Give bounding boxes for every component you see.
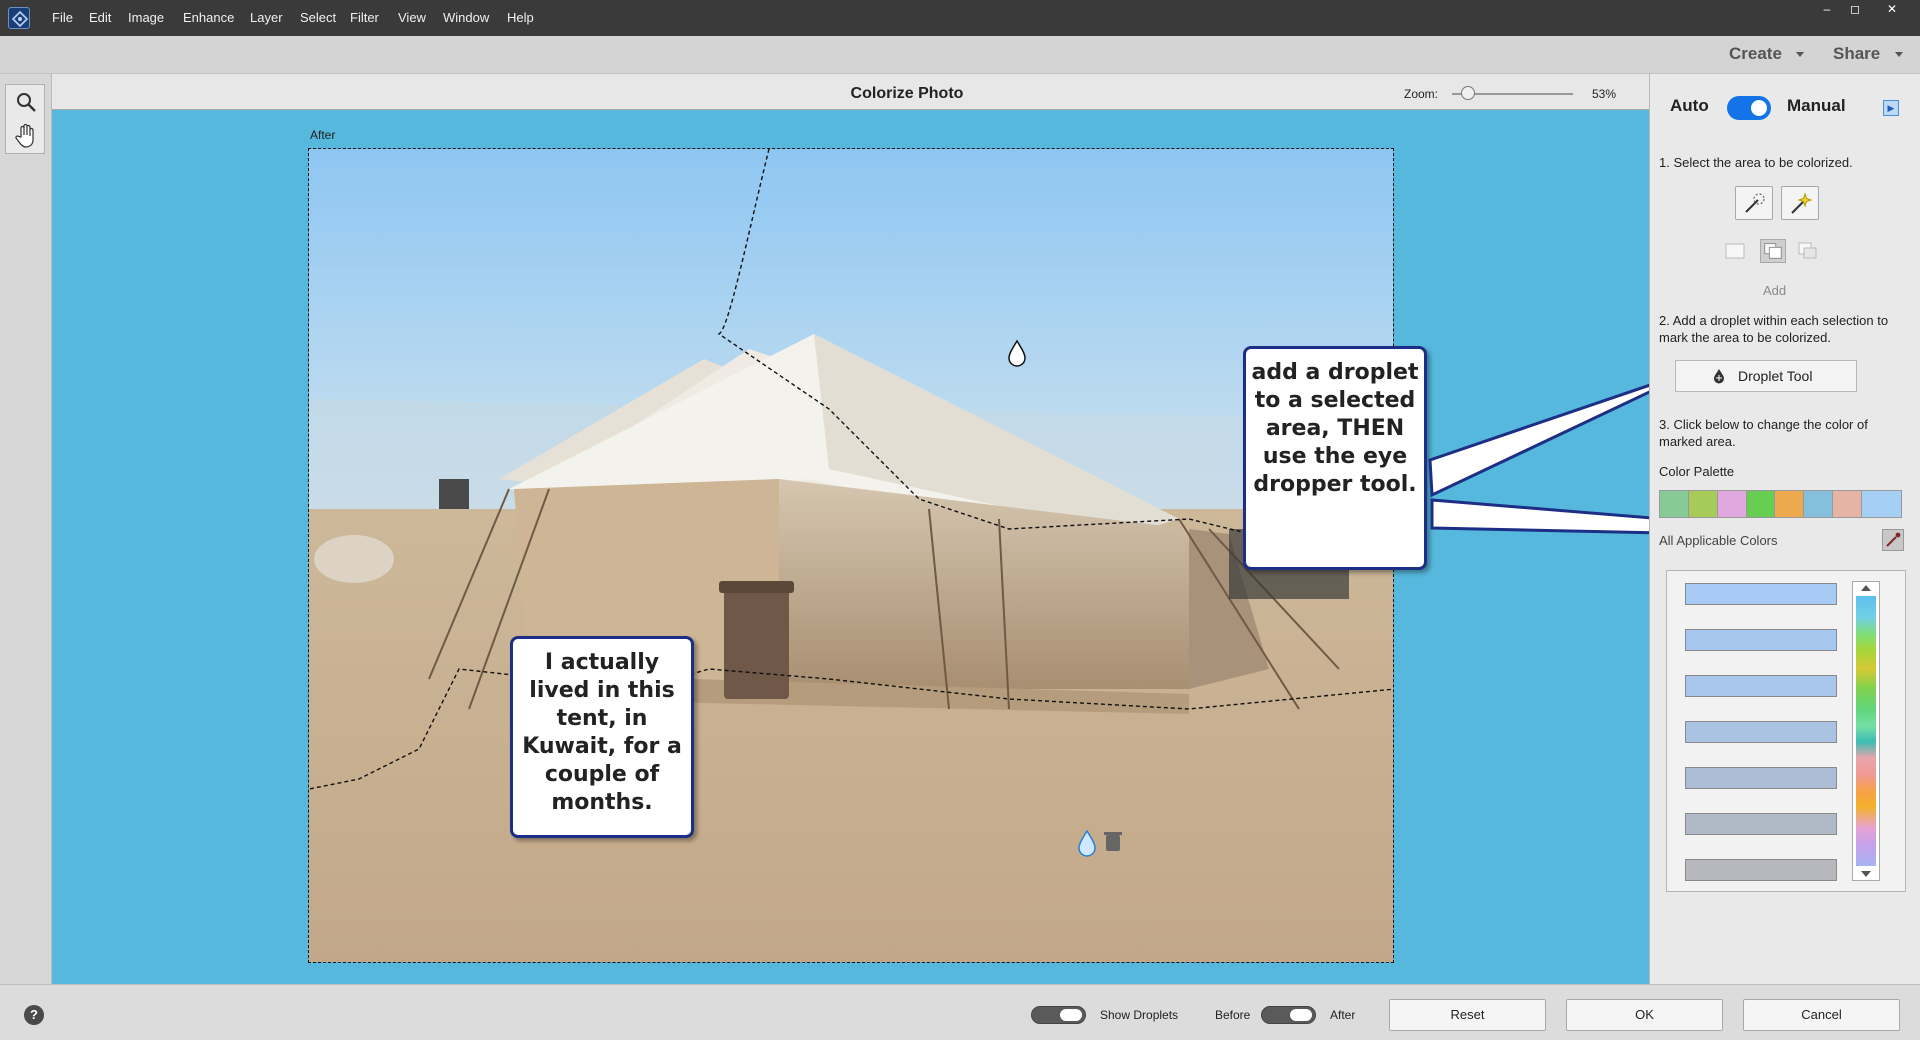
ok-button[interactable]: OK [1566,999,1723,1031]
mode-toggle[interactable] [1727,96,1771,120]
tool-group [5,84,45,154]
scroll-up-icon[interactable] [1860,584,1872,592]
quick-selection-icon [1745,193,1765,213]
color-palette-label: Color Palette [1659,464,1735,479]
document-titlebar: Colorize Photo Zoom: 53% [52,74,1649,110]
quick-selection-button[interactable] [1735,186,1773,220]
menu-select[interactable]: Select [300,10,336,25]
selected-color-swatch[interactable] [1861,490,1902,518]
create-chevron-icon[interactable] [1796,52,1804,57]
selection-mode-label: Add [1763,283,1787,298]
applicable-color-swatch[interactable] [1685,859,1837,881]
menu-view[interactable]: View [398,10,426,25]
palette-swatch[interactable] [1717,491,1747,517]
manual-mode-label: Manual [1787,96,1846,115]
droplet-icon [1714,369,1724,384]
tent-photo [309,149,1393,962]
show-droplets-label: Show Droplets [1100,1008,1179,1022]
palette-swatch[interactable] [1688,491,1718,517]
palette-swatch[interactable] [1660,491,1689,517]
zoom-value: 53% [1592,87,1617,101]
menu-edit[interactable]: Edit [89,10,111,25]
show-droplets-toggle[interactable] [1031,1006,1086,1024]
palette-swatch[interactable] [1775,491,1805,517]
share-button[interactable]: Share [1833,44,1880,64]
menu-window[interactable]: Window [443,10,489,25]
hand-icon[interactable] [14,123,38,149]
create-button[interactable]: Create [1729,44,1782,64]
zoom-label: Zoom: [1404,87,1439,101]
colorize-panel: Auto Manual ▶ 1. Select the area to be c… [1649,74,1920,984]
eyedropper-icon [1886,532,1901,547]
subtract-from-selection-icon[interactable] [1795,239,1821,263]
app-logo [8,7,30,29]
tutorial-icon[interactable]: ▶ [1883,100,1899,116]
applicable-colors-list [1666,570,1906,892]
magic-wand-icon [1791,192,1813,214]
auto-mode-label: Auto [1670,96,1709,115]
menu-bar: File Edit Image Enhance Layer Select Fil… [0,0,1920,36]
applicable-color-swatch[interactable] [1685,583,1837,605]
menu-filter[interactable]: Filter [350,10,379,25]
before-after-toggle[interactable] [1261,1006,1316,1024]
new-selection-icon[interactable] [1722,239,1748,263]
after-label: After [1330,1008,1356,1022]
droplet-callout: add a droplet to a selected area, THEN u… [1243,346,1427,570]
applicable-color-swatch[interactable] [1685,767,1837,789]
share-chevron-icon[interactable] [1895,52,1903,57]
menu-enhance[interactable]: Enhance [183,10,234,25]
magic-wand-button[interactable] [1781,186,1819,220]
color-palette [1659,490,1863,518]
menu-layer[interactable]: Layer [250,10,283,25]
eyedropper-button[interactable] [1882,529,1904,551]
after-view-label: After [310,128,336,142]
restore-button[interactable]: ◻ [1843,2,1867,16]
color-spectrum-slider[interactable] [1852,581,1880,881]
help-button[interactable]: ? [24,1005,44,1025]
toolbox [0,74,52,984]
zoom-slider-handle[interactable] [1460,86,1475,100]
droplet-tool-label: Droplet Tool [1738,368,1813,384]
minimize-button[interactable]: – [1815,2,1839,16]
before-label: Before [1215,1008,1251,1022]
applicable-color-swatch[interactable] [1685,721,1837,743]
applicable-color-swatch[interactable] [1685,629,1837,651]
droplet-tool-button[interactable]: Droplet Tool [1675,360,1857,392]
tent-callout: I actually lived in this tent, in Kuwait… [510,636,694,838]
cancel-button[interactable]: Cancel [1743,999,1900,1031]
action-bar: Create Share [0,36,1920,74]
palette-swatch[interactable] [1804,491,1834,517]
reset-button[interactable]: Reset [1389,999,1546,1031]
photo-canvas[interactable] [308,148,1394,963]
search-icon[interactable] [15,91,37,113]
palette-swatch[interactable] [1833,491,1863,517]
scroll-down-icon[interactable] [1860,870,1872,878]
palette-swatch[interactable] [1746,491,1776,517]
add-to-selection-icon[interactable] [1760,239,1786,263]
canvas-area: Colorize Photo Zoom: 53% After I actuall… [52,74,1649,984]
close-window-button[interactable]: ✕ [1880,2,1904,16]
bottom-bar: ? Show Droplets Before After Reset OK Ca… [0,984,1920,1040]
menu-image[interactable]: Image [128,10,164,25]
all-colors-label: All Applicable Colors [1659,533,1778,548]
step1-text: 1. Select the area to be colorized. [1659,155,1853,170]
step3-text: 3. Click below to change the color of ma… [1659,417,1868,449]
step2-text: 2. Add a droplet within each selection t… [1659,313,1889,345]
applicable-color-swatch[interactable] [1685,675,1837,697]
menu-file[interactable]: File [52,10,73,25]
menu-help[interactable]: Help [507,10,534,25]
applicable-color-swatch[interactable] [1685,813,1837,835]
color-spectrum[interactable] [1856,596,1876,866]
